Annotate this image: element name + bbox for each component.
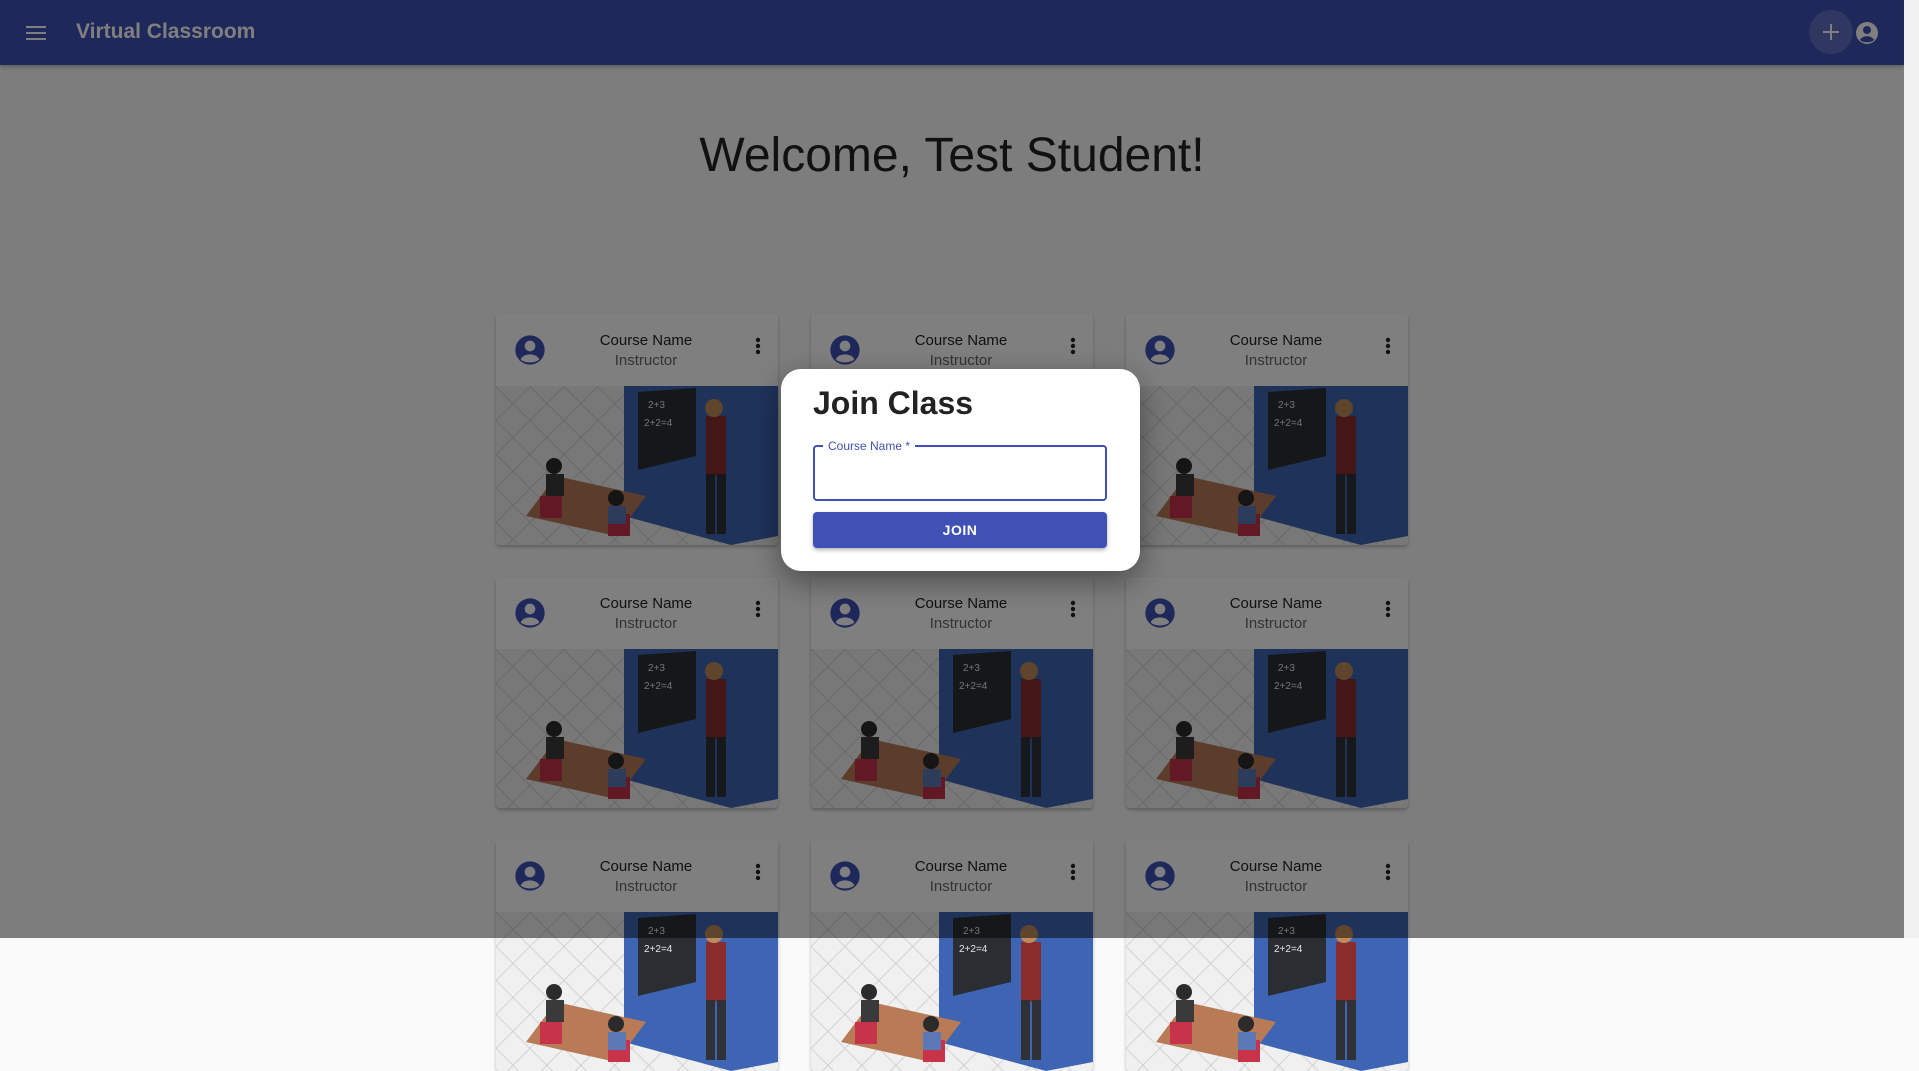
dialog-title: Join Class xyxy=(813,385,974,421)
course-name-label: Course Name * xyxy=(823,439,916,453)
join-class-dialog: Join Class Course Name * JOIN xyxy=(781,369,1140,571)
page-scrollbar[interactable] xyxy=(1904,0,1919,938)
course-name-field: Course Name * xyxy=(813,439,1107,501)
svg-text:2+2=4: 2+2=4 xyxy=(959,944,988,955)
course-name-input[interactable] xyxy=(815,447,1105,499)
svg-text:2+2=4: 2+2=4 xyxy=(644,944,673,955)
join-button[interactable]: JOIN xyxy=(813,512,1107,548)
svg-text:2+2=4: 2+2=4 xyxy=(1274,944,1303,955)
